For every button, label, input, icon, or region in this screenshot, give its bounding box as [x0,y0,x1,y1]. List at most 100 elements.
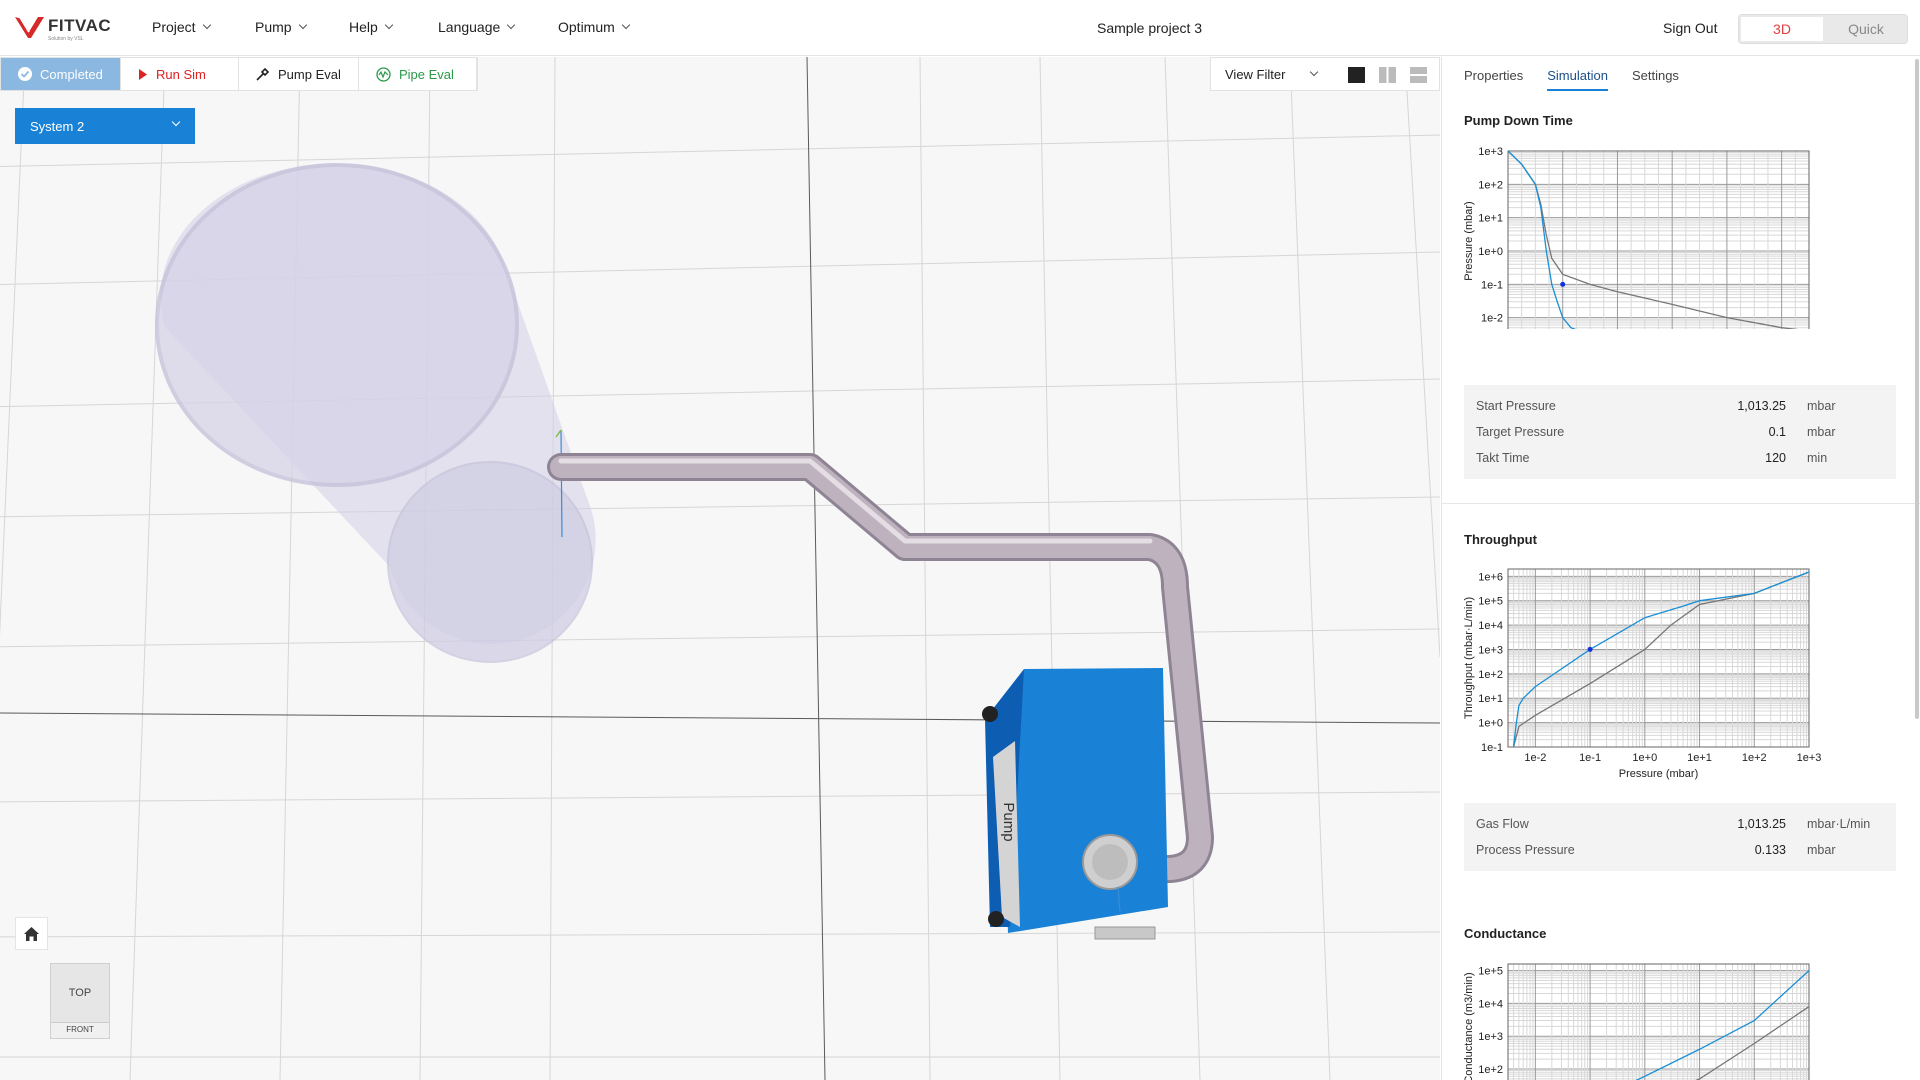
project-title: Sample project 3 [1097,20,1203,36]
stat-value: 1,013.25 [1737,399,1786,413]
menu-language-label: Language [438,19,501,35]
stat-value: 0.133 [1754,843,1786,857]
logo-text: FITVAC [48,16,112,35]
chevron-down-icon [202,20,211,30]
y-tick-label: 1e-2 [1481,313,1503,325]
stat-row: Takt Time 120 min [1464,445,1896,471]
y-tick-label: 1e+5 [1478,966,1503,978]
stat-unit: mbar [1807,399,1836,413]
conductance-title: Conductance [1464,926,1547,941]
stat-label: Gas Flow [1476,817,1529,831]
stat-label: Target Pressure [1476,425,1565,439]
system-select-value: System 2 [30,118,85,134]
view-mode-quick-button[interactable]: Quick [1825,15,1907,43]
stat-label: Start Pressure [1476,399,1556,413]
panel-tabs: Properties Simulation Settings [1464,68,1679,91]
3d-viewport[interactable]: Pump Completed Run Sim Pump Eval Pipe Ev… [0,57,1440,1080]
scene-canvas[interactable]: Pump [0,57,1440,1080]
tab-properties[interactable]: Properties [1464,68,1523,91]
x-tick-label: 1e+3 [1797,752,1822,764]
y-axis-label: Throughput (mbar·L/min) [1464,597,1475,719]
x-tick-label: 1e+1 [1687,752,1712,764]
home-icon [24,926,39,941]
pump-eval-icon [256,67,270,81]
chevron-down-icon[interactable] [1309,67,1319,77]
throughput-stats: Gas Flow 1,013.25 mbar·L/min Process Pre… [1464,803,1896,871]
x-tick-label: 1e-1 [1579,752,1601,764]
stat-row: Start Pressure 1,013.25 mbar [1464,393,1896,419]
sim-toolbar: Completed Run Sim Pump Eval Pipe Eval [0,57,478,91]
home-view-button[interactable] [15,917,48,950]
pipe-eval-icon [376,66,391,82]
y-axis-label: Pressure (mbar) [1464,201,1475,280]
panel-scrollbar[interactable] [1915,59,1919,719]
chevron-down-icon [171,117,181,127]
menu-pump[interactable]: Pump [255,19,307,35]
menu-help[interactable]: Help [349,19,394,35]
split-vertical-layout-icon[interactable] [1379,67,1396,83]
x-axis-label: Pressure (mbar) [1619,768,1698,780]
y-tick-label: 1e+4 [1478,620,1503,632]
sign-out-link[interactable]: Sign Out [1663,20,1717,36]
stat-unit: mbar [1807,425,1836,439]
single-layout-icon[interactable] [1348,67,1365,83]
x-tick-label: 1e-2 [1524,752,1546,764]
chamber-cylinder[interactable] [155,163,596,663]
logo-mark-icon [15,16,44,38]
menu-project[interactable]: Project [152,19,211,35]
split-horizontal-layout-icon[interactable] [1410,67,1427,83]
stat-unit: mbar·L/min [1807,817,1871,831]
system-select[interactable]: System 2 [15,108,195,144]
stat-value: 120 [1765,451,1786,465]
throughput-chart[interactable]: 1e-1 1e+0 1e+1 1e+2 1e+3 1e+4 1e+5 1e+6 1e-2 1e-1… [1464,557,1896,787]
menu-optimum-label: Optimum [558,19,615,35]
view-cube-top-face[interactable]: TOP [51,964,109,1022]
y-tick-label: 1e+5 [1478,596,1503,608]
app-logo[interactable]: FITVAC Solution by VSL [14,14,118,42]
stat-unit: min [1807,451,1828,465]
play-icon [139,68,147,80]
menu-pump-label: Pump [255,19,292,35]
check-circle-icon [18,67,32,81]
pipe-eval-label: Pipe Eval [399,66,454,82]
chevron-down-icon [621,20,631,30]
pump[interactable]: Pump [982,668,1168,940]
y-tick-label: 1e+0 [1478,246,1503,258]
tab-simulation[interactable]: Simulation [1547,68,1608,91]
pump-down-chart[interactable]: 1e-21e-11e+01e+11e+21e+30246810Time (min… [1464,139,1896,329]
view-filter-dropdown[interactable]: View Filter [1225,67,1311,82]
completed-button[interactable]: Completed [1,58,121,90]
x-tick-label: 1e+2 [1742,752,1767,764]
tab-settings[interactable]: Settings [1632,68,1679,91]
y-tick-label: 1e+6 [1478,571,1503,583]
menu-language[interactable]: Language [438,19,516,35]
stat-value: 1,013.25 [1737,817,1786,831]
view-cube-front-face[interactable]: FRONT [51,1022,109,1038]
y-tick-label: 1e+1 [1478,213,1503,225]
completed-label: Completed [40,66,103,82]
right-panel: Properties Simulation Settings Pump Down… [1441,57,1920,1080]
run-sim-button[interactable]: Run Sim [121,58,239,90]
chevron-down-icon [384,20,394,30]
stat-row: Gas Flow 1,013.25 mbar·L/min [1464,811,1896,837]
chevron-down-icon [507,20,516,30]
logo-subtitle: Solution by VSL [48,36,84,42]
menu-optimum[interactable]: Optimum [558,19,631,35]
y-axis-label: Conductance (m3/min) [1464,972,1475,1080]
y-tick-label: 1e+2 [1478,179,1503,191]
pump-eval-button[interactable]: Pump Eval [239,58,359,90]
y-tick-label: 1e+3 [1478,146,1503,158]
operating-point-marker [1560,281,1566,287]
pump-down-title: Pump Down Time [1464,113,1573,128]
top-bar: FITVAC Solution by VSL Project Pump Help… [0,0,1920,56]
conductance-chart[interactable]: 1e+2 1e+3 1e+4 1e+5Conductance (m3/min) [1464,952,1896,1080]
pipe-eval-button[interactable]: Pipe Eval [359,58,477,90]
operating-point-marker [1587,646,1593,652]
pump-eval-label: Pump Eval [278,66,341,82]
stat-row: Process Pressure 0.133 mbar [1464,837,1896,863]
view-filter-bar: View Filter [1210,57,1440,91]
view-cube[interactable]: TOP FRONT [50,963,110,1039]
section-divider [1442,503,1920,504]
view-mode-3d-button[interactable]: 3D [1739,15,1825,43]
stat-row: Target Pressure 0.1 mbar [1464,419,1896,445]
